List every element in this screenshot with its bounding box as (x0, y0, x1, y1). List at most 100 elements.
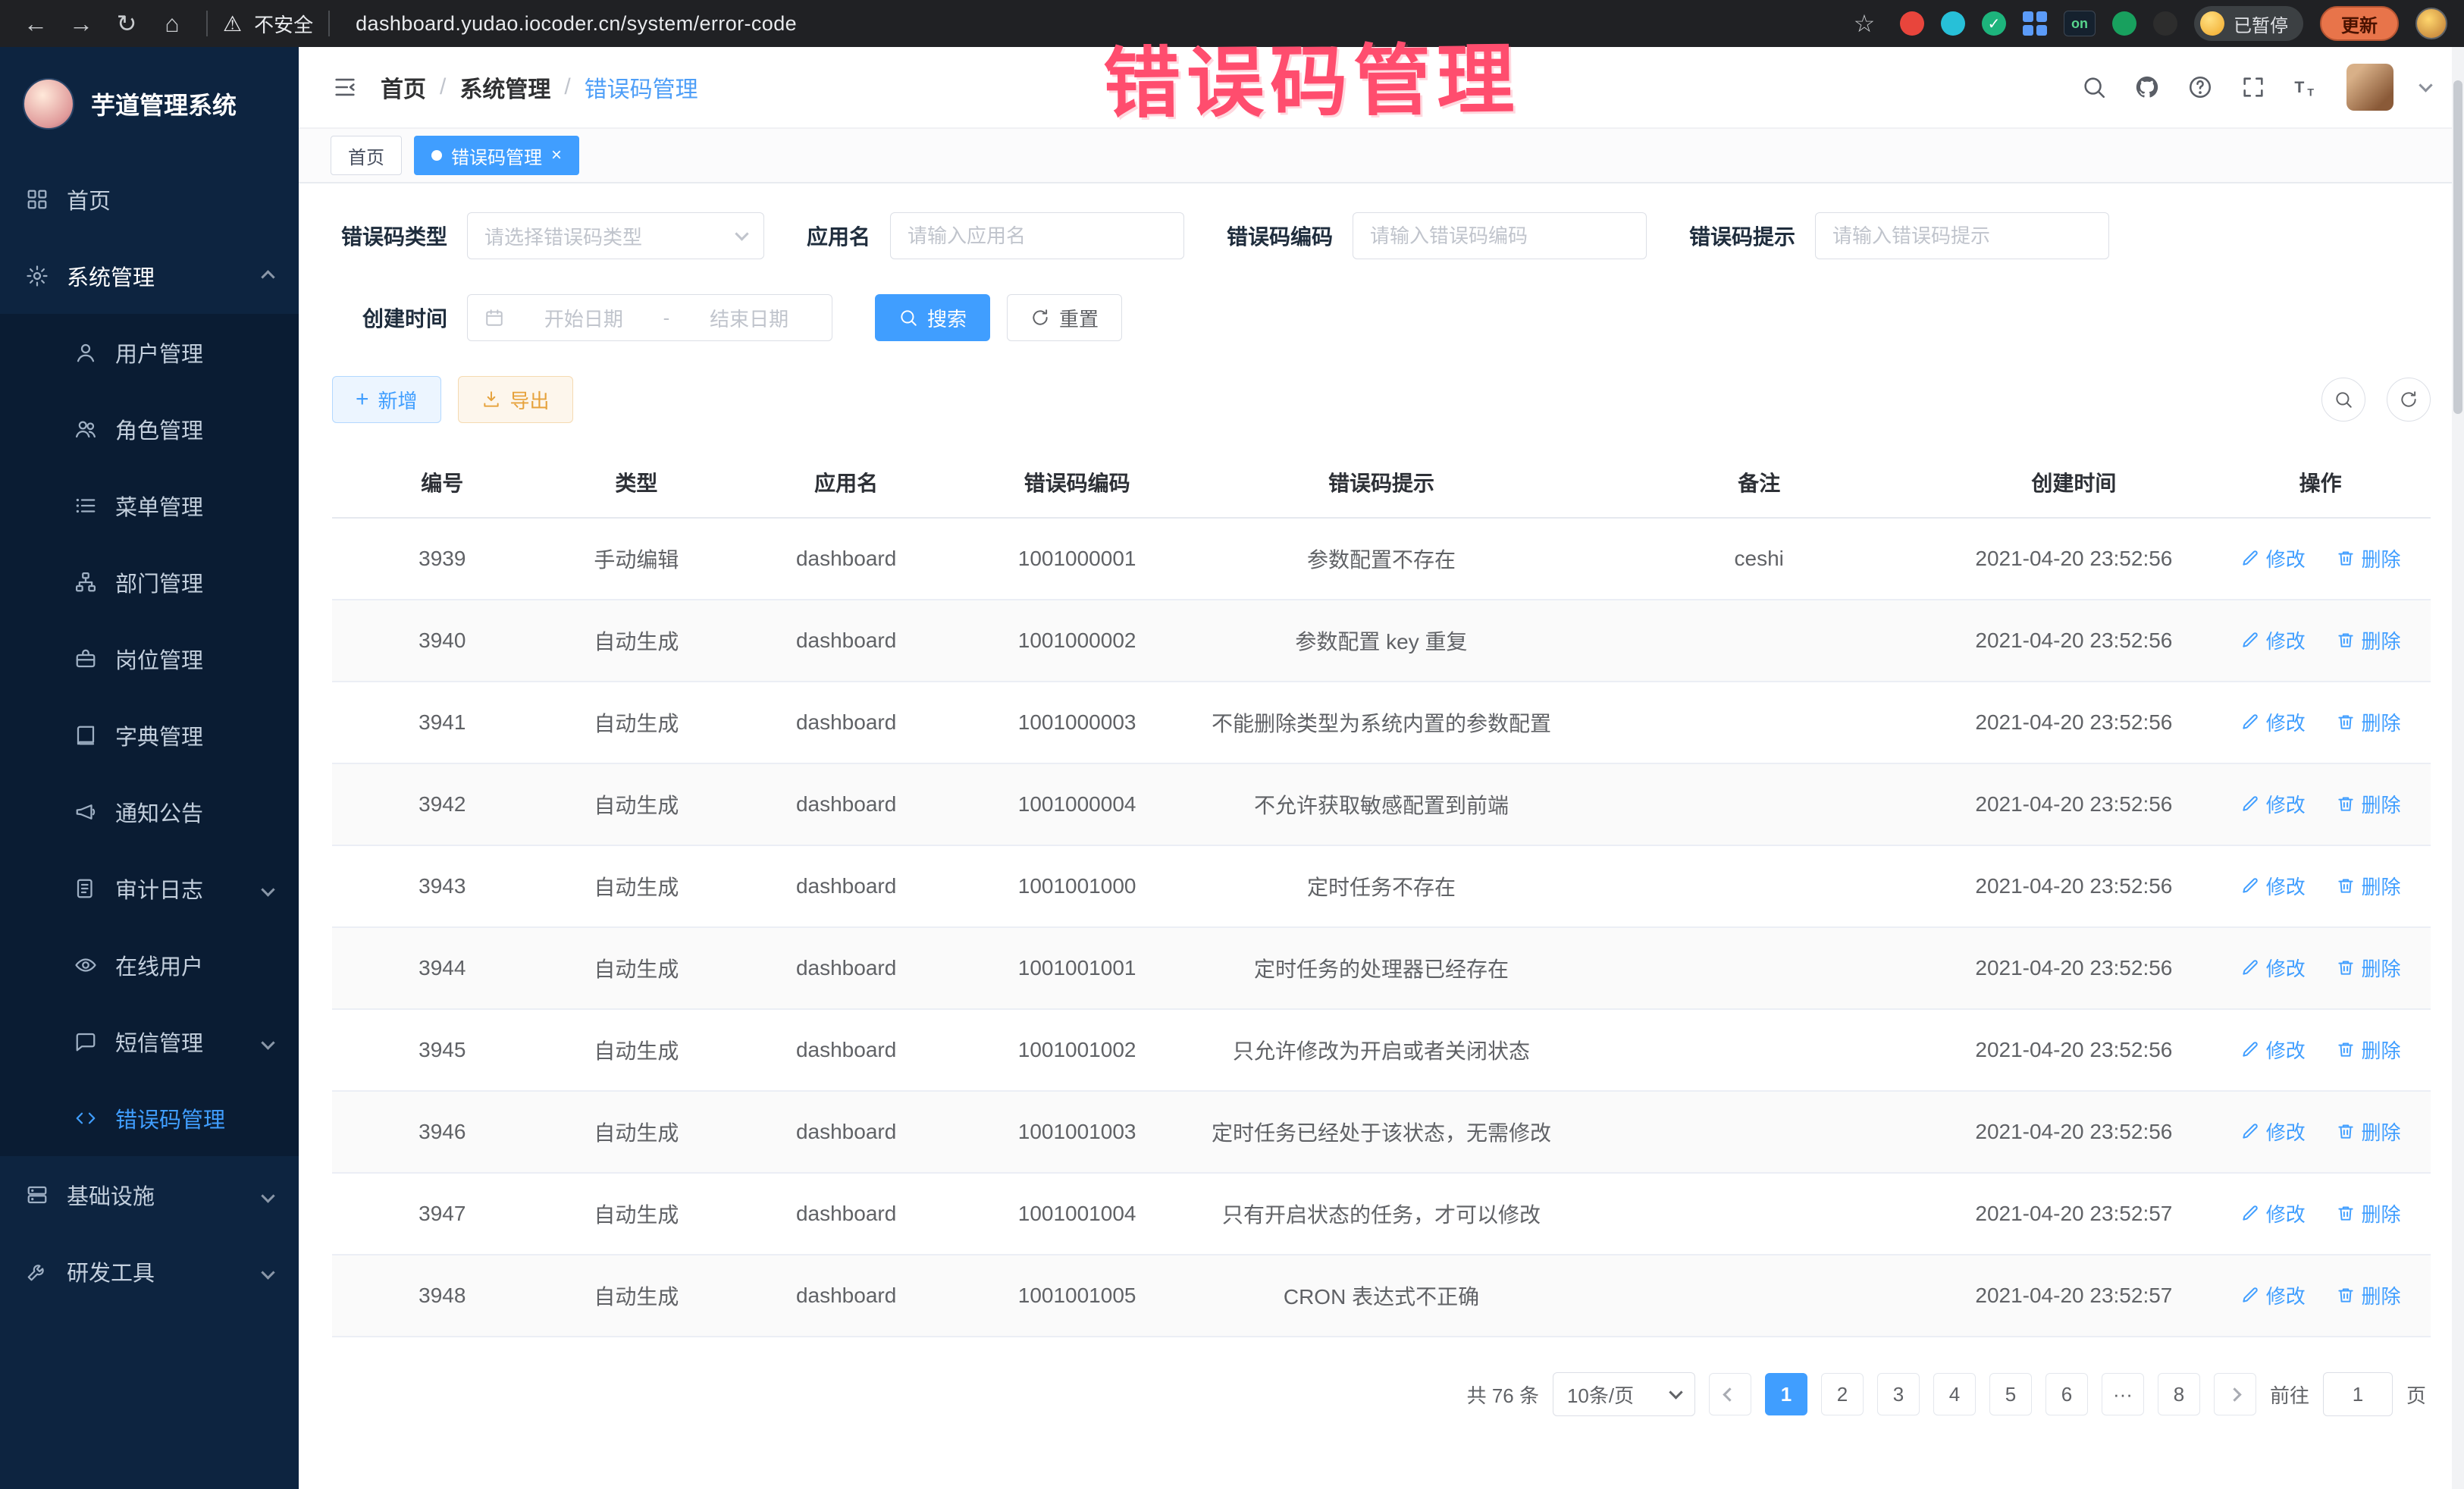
search-button[interactable]: 搜索 (875, 294, 990, 341)
sidebar-item-roles[interactable]: 角色管理 (0, 390, 299, 467)
extension-check-icon[interactable]: ✓ (1982, 11, 2006, 36)
gear-icon (26, 265, 49, 287)
page-button-3[interactable]: 3 (1877, 1373, 1920, 1415)
edit-link[interactable]: 修改 (2240, 1199, 2306, 1227)
extension-grid-icon[interactable] (2023, 11, 2047, 36)
sidebar-item-menus[interactable]: 菜单管理 (0, 467, 299, 544)
paused-chip[interactable]: 已暂停 (2194, 6, 2303, 41)
sidebar-item-label: 首页 (67, 183, 111, 215)
prev-page-button[interactable] (1709, 1373, 1751, 1415)
delete-link[interactable]: 删除 (2336, 954, 2401, 982)
page-button-6[interactable]: 6 (2045, 1373, 2088, 1415)
delete-link[interactable]: 删除 (2336, 790, 2401, 818)
sidebar-item-audit-log[interactable]: 审计日志 (0, 850, 299, 926)
close-tab-icon[interactable]: × (551, 145, 562, 166)
next-page-button[interactable] (2214, 1373, 2256, 1415)
page-button-8[interactable]: 8 (2158, 1373, 2200, 1415)
refresh-table-button[interactable] (2387, 378, 2431, 422)
back-icon[interactable]: ← (17, 5, 55, 42)
add-button[interactable]: + 新增 (332, 376, 441, 423)
delete-link[interactable]: 删除 (2336, 1036, 2401, 1064)
delete-link[interactable]: 删除 (2336, 708, 2401, 736)
toggle-search-button[interactable] (2321, 378, 2365, 422)
github-icon[interactable] (2134, 74, 2160, 100)
page-size-select[interactable]: 10条/页 (1553, 1372, 1695, 1416)
export-button[interactable]: 导出 (458, 376, 573, 423)
sidebar-item-notices[interactable]: 通知公告 (0, 773, 299, 850)
sidebar-item-users[interactable]: 用户管理 (0, 314, 299, 390)
page-button-4[interactable]: 4 (1933, 1373, 1976, 1415)
paused-label: 已暂停 (2234, 11, 2288, 37)
edit-link[interactable]: 修改 (2240, 626, 2306, 654)
breadcrumb-home[interactable]: 首页 (381, 71, 426, 104)
reset-button[interactable]: 重置 (1007, 294, 1122, 341)
forward-icon[interactable]: → (62, 5, 100, 42)
font-size-icon[interactable]: TT (2293, 74, 2319, 100)
breadcrumb-system[interactable]: 系统管理 (459, 71, 550, 104)
page-button-2[interactable]: 2 (1821, 1373, 1864, 1415)
bookmark-star-icon[interactable]: ☆ (1845, 5, 1883, 42)
search-icon[interactable] (2081, 74, 2107, 100)
column-header-type: 类型 (553, 447, 720, 518)
date-range-picker[interactable]: 开始日期 - 结束日期 (467, 294, 832, 341)
delete-link[interactable]: 删除 (2336, 1118, 2401, 1146)
delete-link[interactable]: 删除 (2336, 626, 2401, 654)
edit-link-label: 修改 (2266, 1036, 2306, 1064)
delete-link-label: 删除 (2362, 1118, 2401, 1146)
delete-link[interactable]: 删除 (2336, 1199, 2401, 1227)
edit-link[interactable]: 修改 (2240, 872, 2306, 900)
edit-link[interactable]: 修改 (2240, 790, 2306, 818)
error-msg-input[interactable] (1815, 212, 2109, 259)
sidebar-item-departments[interactable]: 部门管理 (0, 544, 299, 620)
user-avatar[interactable] (2346, 64, 2393, 111)
extension-on-badge-icon[interactable]: on (2064, 11, 2096, 36)
extension-red-icon[interactable] (1900, 11, 1924, 36)
delete-link[interactable]: 删除 (2336, 872, 2401, 900)
caret-down-icon[interactable] (2421, 80, 2431, 94)
scrollbar-thumb[interactable] (2453, 80, 2462, 414)
app-logo[interactable]: 芋道管理系统 (0, 47, 299, 161)
delete-trash-icon (2336, 1121, 2356, 1141)
edit-link[interactable]: 修改 (2240, 544, 2306, 572)
error-code-input[interactable] (1353, 212, 1647, 259)
edit-link[interactable]: 修改 (2240, 1036, 2306, 1064)
sidebar-item-home[interactable]: 首页 (0, 161, 299, 237)
sidebar-item-error-code[interactable]: 错误码管理 (0, 1080, 299, 1156)
app-name-input[interactable] (890, 212, 1184, 259)
edit-link[interactable]: 修改 (2240, 708, 2306, 736)
fullscreen-icon[interactable] (2240, 74, 2266, 100)
tab-home[interactable]: 首页 (331, 136, 402, 175)
cell-app: dashboard (720, 682, 972, 763)
update-button[interactable]: 更新 (2320, 6, 2399, 41)
page-button-1[interactable]: 1 (1765, 1373, 1807, 1415)
more-pages-button[interactable]: ··· (2102, 1373, 2144, 1415)
sidebar-item-sms[interactable]: 短信管理 (0, 1003, 299, 1080)
sidebar-item-dev-tools[interactable]: 研发工具 (0, 1233, 299, 1309)
page-button-5[interactable]: 5 (1989, 1373, 2032, 1415)
edit-link[interactable]: 修改 (2240, 1281, 2306, 1309)
sidebar-item-online-users[interactable]: 在线用户 (0, 926, 299, 1003)
collapse-sidebar-icon[interactable] (332, 74, 358, 100)
delete-link[interactable]: 删除 (2336, 1281, 2401, 1309)
browser-scrollbar[interactable] (2452, 47, 2464, 1489)
sidebar-item-system[interactable]: 系统管理 (0, 237, 299, 314)
browser-avatar[interactable] (2415, 8, 2447, 39)
extension-dark-icon[interactable] (2153, 11, 2177, 36)
sidebar-item-infrastructure[interactable]: 基础设施 (0, 1156, 299, 1233)
extension-teal-icon[interactable] (1941, 11, 1965, 36)
home-icon[interactable]: ⌂ (153, 5, 191, 42)
sidebar-item-dictionary[interactable]: 字典管理 (0, 697, 299, 773)
edit-link[interactable]: 修改 (2240, 1118, 2306, 1146)
tab-error-code[interactable]: 错误码管理 × (414, 136, 579, 175)
help-icon[interactable] (2187, 74, 2213, 100)
address-bar-url[interactable]: dashboard.yudao.iocoder.cn/system/error-… (356, 12, 797, 36)
extension-green-icon[interactable] (2112, 11, 2136, 36)
goto-page-input[interactable] (2323, 1372, 2393, 1416)
cell-app: dashboard (720, 518, 972, 600)
edit-link[interactable]: 修改 (2240, 954, 2306, 982)
error-type-select[interactable]: 请选择错误码类型 (467, 212, 764, 259)
delete-link[interactable]: 删除 (2336, 544, 2401, 572)
refresh-icon (2399, 390, 2419, 409)
sidebar-item-posts[interactable]: 岗位管理 (0, 620, 299, 697)
reload-icon[interactable]: ↻ (108, 5, 146, 42)
